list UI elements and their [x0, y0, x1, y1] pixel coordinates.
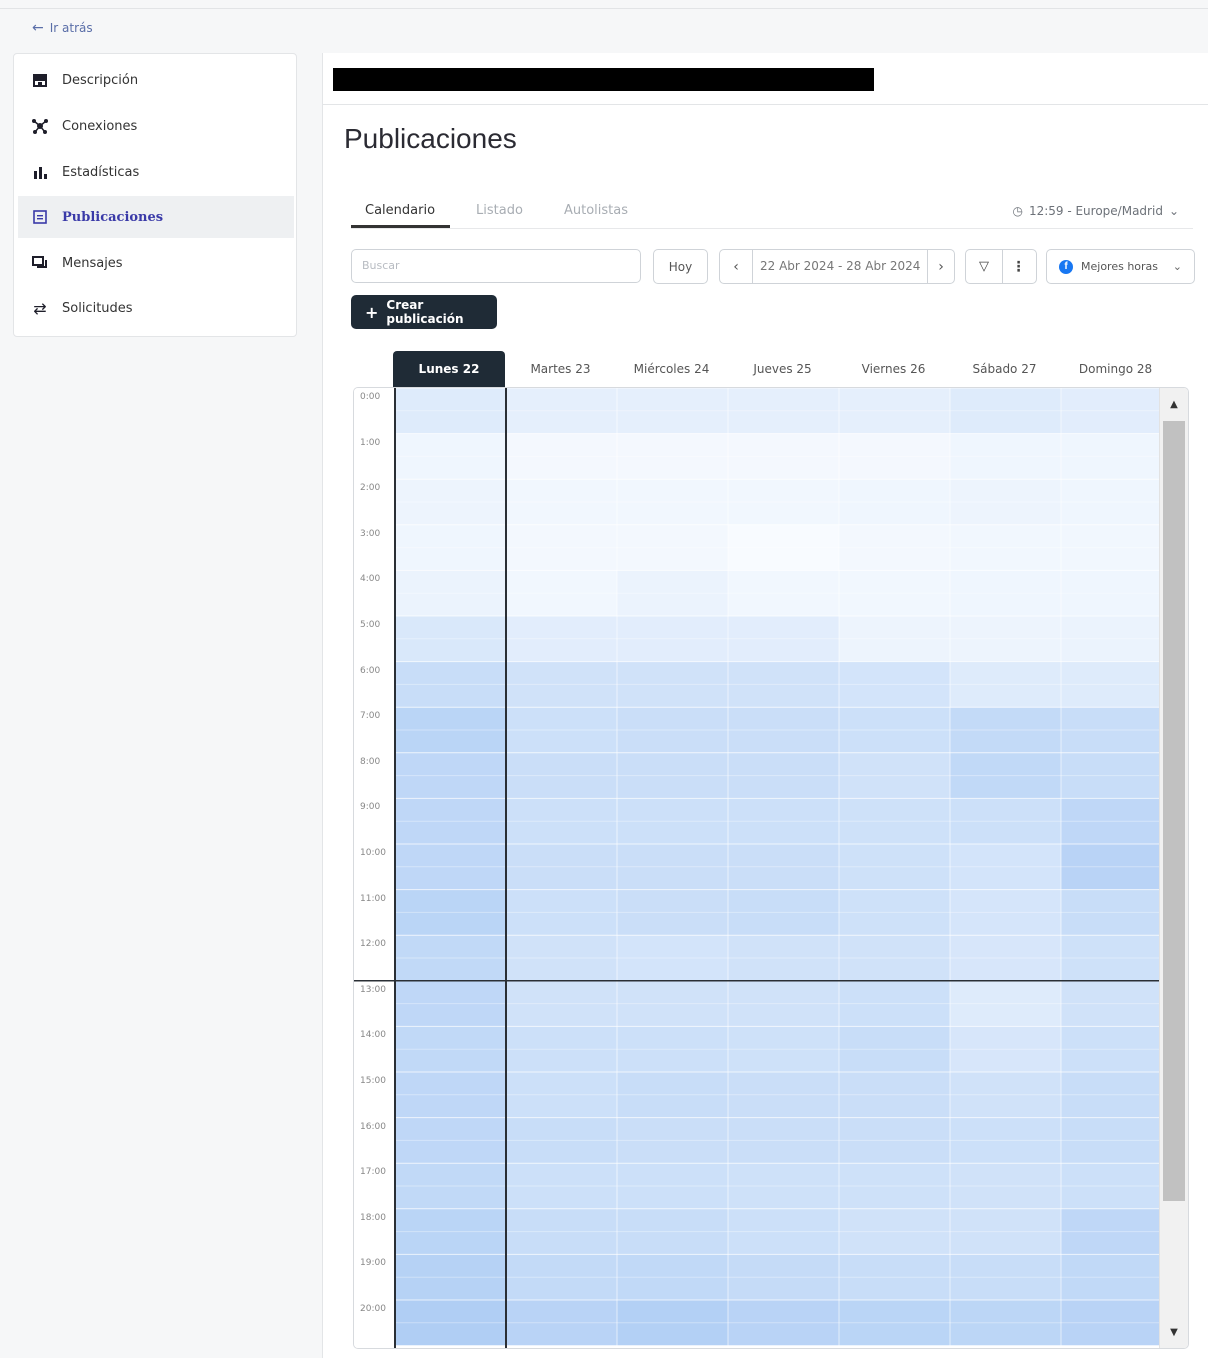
view-tabs: Calendario Listado Autolistas ◷ 12:59 - …: [351, 201, 1193, 229]
tab-autolistas[interactable]: Autolistas: [564, 203, 628, 218]
sidebar-item-descripcion[interactable]: Descripción: [18, 59, 294, 101]
date-range-picker: ‹ 22 Abr 2024 - 28 Abr 2024 ›: [719, 249, 955, 284]
sidebar-item-publicaciones[interactable]: Publicaciones: [18, 196, 294, 238]
chevron-down-icon: ⌄: [1172, 260, 1182, 273]
date-range-label[interactable]: 22 Abr 2024 - 28 Abr 2024: [760, 259, 920, 273]
sidebar-item-label: Publicaciones: [62, 209, 164, 225]
time-label: 18:00: [360, 1212, 386, 1223]
calendar-icon: [30, 210, 50, 224]
timezone-selector[interactable]: ◷ 12:59 - Europe/Madrid ⌄: [1012, 204, 1179, 218]
chat-icon: [30, 256, 50, 270]
chevron-right-icon[interactable]: ›: [927, 250, 954, 283]
time-label: 16:00: [360, 1121, 386, 1132]
best-hours-heatmap: [354, 388, 1162, 1348]
best-hours-selector[interactable]: f Mejores horas ⌄: [1046, 249, 1195, 284]
time-label: 9:00: [360, 802, 381, 813]
calendar-grid: 0:00 1:00 2:00 3:00 4:00 5:00 6:00 7:00 8:00 9:00…: [353, 387, 1189, 1349]
scroll-up-icon[interactable]: ▲: [1160, 394, 1188, 414]
sidebar-item-label: Descripción: [62, 72, 139, 88]
time-label: 6:00: [360, 665, 381, 676]
time-label: 0:00: [360, 392, 381, 402]
time-label: 3:00: [360, 528, 381, 539]
time-label: 11:00: [360, 893, 386, 904]
clock-icon: ◷: [1012, 204, 1023, 218]
sidebar-item-label: Solicitudes: [62, 300, 133, 316]
arrow-left-icon: ←: [32, 20, 44, 36]
top-divider: [0, 8, 1208, 9]
time-label: 5:00: [360, 620, 381, 630]
day-header-tue[interactable]: Martes 23: [505, 351, 616, 387]
redacted-bar: [333, 68, 874, 91]
filter-icon[interactable]: ▽: [966, 250, 1003, 283]
sidebar-item-mensajes[interactable]: Mensajes: [18, 242, 294, 284]
chevron-left-icon[interactable]: ‹: [720, 250, 753, 283]
bar-chart-icon: [30, 165, 50, 179]
vertical-scrollbar[interactable]: ▲ ▼: [1159, 388, 1188, 1348]
main-panel: Publicaciones Calendario Listado Autolis…: [322, 53, 1208, 1358]
back-link[interactable]: ← Ir atrás: [32, 20, 93, 36]
time-label: 8:00: [360, 756, 381, 767]
time-label: 4:00: [360, 574, 381, 585]
sidebar-item-label: Mensajes: [62, 255, 123, 271]
time-label: 13:00: [360, 984, 386, 995]
day-header-fri[interactable]: Viernes 26: [838, 351, 949, 387]
create-post-button[interactable]: + Crear publicación: [351, 295, 497, 329]
search-input[interactable]: Buscar: [351, 249, 641, 283]
today-button[interactable]: Hoy: [653, 249, 708, 284]
time-label: 2:00: [360, 483, 381, 494]
time-label: 17:00: [360, 1167, 386, 1178]
create-post-label: Crear publicación: [386, 298, 464, 326]
sidebar: Descripción Conexiones Estadísticas Publ…: [13, 53, 297, 337]
day-header-sat[interactable]: Sábado 27: [949, 351, 1060, 387]
scroll-thumb[interactable]: [1163, 421, 1185, 1201]
filter-group: ▽ ⋮: [965, 249, 1037, 284]
sidebar-item-label: Estadísticas: [62, 164, 140, 180]
time-label: 12:00: [360, 939, 386, 950]
day-header-sun[interactable]: Domingo 28: [1060, 351, 1171, 387]
time-label: 1:00: [360, 437, 381, 448]
time-label: 14:00: [360, 1030, 386, 1041]
sidebar-item-estadisticas[interactable]: Estadísticas: [18, 151, 294, 193]
more-options-icon[interactable]: ⋮: [1001, 250, 1036, 283]
timezone-label: 12:59 - Europe/Madrid: [1028, 204, 1163, 218]
day-header-mon[interactable]: Lunes 22: [393, 351, 505, 387]
chevron-down-icon: ⌄: [1168, 204, 1179, 218]
time-label: 20:00: [360, 1304, 386, 1314]
best-hours-label: Mejores horas: [1081, 260, 1159, 273]
plus-icon: +: [365, 302, 379, 322]
sidebar-item-conexiones[interactable]: Conexiones: [18, 105, 294, 147]
scroll-down-icon[interactable]: ▼: [1160, 1322, 1188, 1342]
day-header-thu[interactable]: Jueves 25: [727, 351, 838, 387]
sidebar-item-solicitudes[interactable]: ⇄ Solicitudes: [18, 287, 294, 329]
tab-calendario[interactable]: Calendario: [365, 203, 435, 218]
time-label: 7:00: [360, 711, 381, 722]
network-icon: [30, 117, 50, 135]
search-placeholder: Buscar: [362, 259, 400, 272]
swap-arrows-icon: ⇄: [33, 298, 47, 318]
tab-listado[interactable]: Listado: [476, 203, 523, 218]
storefront-icon: [30, 73, 50, 87]
facebook-icon: f: [1059, 259, 1073, 274]
day-header-wed[interactable]: Miércoles 24: [616, 351, 727, 387]
active-tab-indicator: [351, 225, 450, 228]
page-title: Publicaciones: [344, 123, 517, 154]
time-label: 15:00: [360, 1076, 386, 1086]
back-link-label: Ir atrás: [49, 21, 93, 35]
time-label: 19:00: [360, 1258, 386, 1269]
time-label: 10:00: [360, 848, 386, 858]
sidebar-item-label: Conexiones: [62, 118, 138, 134]
header-divider: [323, 104, 1208, 105]
